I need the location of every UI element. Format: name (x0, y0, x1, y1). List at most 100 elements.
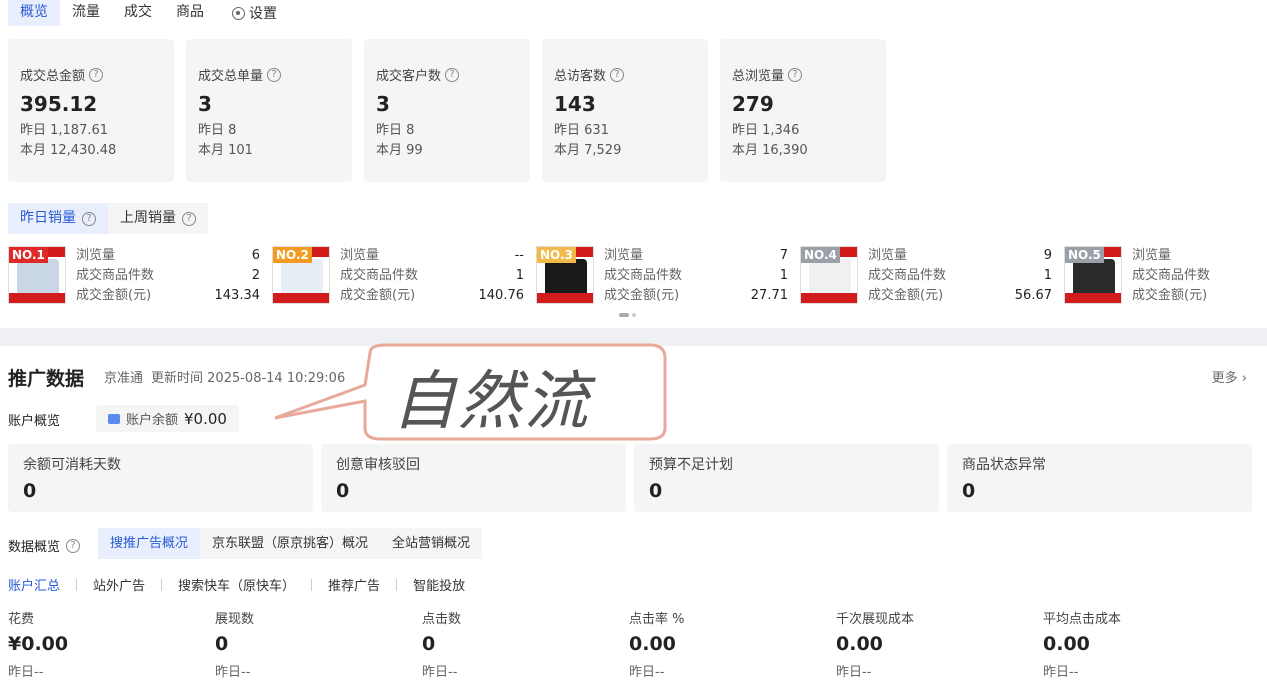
product-info: 浏览量 -- 成交商品件数 1 成交金额(元) 140.76 (340, 246, 524, 306)
product-image[interactable]: NO.1 (8, 246, 66, 304)
rank-badge: NO.3 (537, 247, 576, 263)
alert-card[interactable]: 商品状态异常 0 (947, 444, 1252, 512)
product-image[interactable]: NO.5 (1064, 246, 1122, 304)
help-icon[interactable]: ? (182, 211, 196, 226)
alert-value: 0 (336, 480, 350, 502)
metric-label: 平均点击成本 (1043, 612, 1122, 627)
carousel-dots (619, 313, 636, 317)
stat-month: 本月 16,390 (732, 143, 808, 158)
stat-value: 143 (554, 92, 596, 116)
views-label: 浏览量 (604, 248, 644, 263)
tab-search-ads[interactable]: 搜推广告概况 (98, 528, 201, 559)
views-value: -- (514, 248, 524, 263)
alert-label: 创意审核驳回 (336, 457, 420, 473)
stat-yesterday: 昨日 8 (376, 123, 415, 138)
metric-label: 展现数 (215, 612, 255, 627)
alert-value: 0 (23, 480, 37, 502)
overview-tabs: 搜推广告概况 京东联盟（原京挑客）概况 全站营销概况 (98, 528, 483, 559)
product-item[interactable]: NO.3 浏览量 7 成交商品件数 1 成交金额(元) 27.71 (536, 246, 800, 306)
product-item[interactable]: NO.2 浏览量 -- 成交商品件数 1 成交金额(元) 140.76 (272, 246, 536, 306)
metric-value: 0.00 (836, 633, 883, 655)
metric: 平均点击成本 0.00 昨日-- (1043, 608, 1250, 680)
product-item[interactable]: NO.5 浏览量 成交商品件数 成交金额(元) (1064, 246, 1259, 306)
annotation-text: 自然流 (392, 365, 590, 439)
stat-yesterday: 昨日 1,346 (732, 123, 800, 138)
alert-value: 0 (962, 480, 976, 502)
promo-title: 推广数据 (8, 368, 85, 390)
tab-overview[interactable]: 概览 (8, 0, 60, 26)
tab-yesterday-sales[interactable]: 昨日销量 ? (8, 203, 108, 234)
stat-month: 本月 101 (198, 143, 253, 158)
items-label: 成交商品件数 (604, 268, 683, 283)
divider (161, 578, 163, 591)
help-icon[interactable]: ? (445, 67, 460, 82)
promo-meta: 京准通 更新时间 2025-08-14 10:29:06 (104, 367, 345, 386)
help-icon[interactable]: ? (610, 67, 625, 82)
items-label: 成交商品件数 (868, 268, 947, 283)
metric-value: 0.00 (1043, 633, 1090, 655)
product-image[interactable]: NO.4 (800, 246, 858, 304)
help-icon[interactable]: ? (82, 211, 96, 226)
alert-card[interactable]: 余额可消耗天数 0 (8, 444, 313, 512)
help-icon[interactable]: ? (788, 67, 803, 82)
ad-sub-tabs: 账户汇总 站外广告 搜索快车（原快车） 推荐广告 智能投放 (8, 575, 465, 594)
stat-label: 总浏览量 (732, 69, 785, 84)
help-icon[interactable]: ? (66, 538, 81, 553)
overview-label-text: 数据概览 (8, 540, 61, 555)
stat-value: 3 (198, 92, 212, 116)
items-value: 2 (251, 268, 260, 283)
help-icon[interactable]: ? (89, 67, 104, 82)
product-image[interactable]: NO.2 (272, 246, 330, 304)
tab-full-site[interactable]: 全站营销概况 (380, 528, 482, 559)
carousel-dot[interactable] (619, 313, 629, 317)
product-item[interactable]: NO.1 浏览量 6 成交商品件数 2 成交金额(元) 143.34 (8, 246, 272, 306)
items-value: 1 (515, 268, 524, 283)
alert-cards: 余额可消耗天数 0 创意审核驳回 0 预算不足计划 0 商品状态异常 0 (8, 444, 1252, 512)
subtab-account-summary[interactable]: 账户汇总 (8, 575, 60, 594)
tab-jd-union[interactable]: 京东联盟（原京挑客）概况 (200, 528, 380, 559)
product-thumb (281, 259, 323, 297)
metric-value: 0 (422, 633, 436, 655)
stat-value: 3 (376, 92, 390, 116)
section-divider (0, 328, 1267, 346)
stat-label: 成交总单量 (198, 69, 264, 84)
subtab-recommend-ads[interactable]: 推荐广告 (328, 575, 380, 594)
product-image[interactable]: NO.3 (536, 246, 594, 304)
more-link[interactable]: 更多 › (1212, 367, 1247, 386)
stat-card: 总浏览量? 279 昨日 1,346 本月 16,390 (720, 39, 886, 182)
stat-card: 成交总单量? 3 昨日 8 本月 101 (186, 39, 352, 182)
items-label: 成交商品件数 (76, 268, 155, 283)
alert-card[interactable]: 预算不足计划 0 (634, 444, 939, 512)
subtab-smart-delivery[interactable]: 智能投放 (413, 575, 465, 594)
platform-label: 京准通 (104, 371, 144, 386)
stat-cards: 成交总金额? 395.12 昨日 1,187.61 本月 12,430.48 成… (8, 39, 886, 182)
tab-traffic[interactable]: 流量 (60, 0, 112, 26)
metric: 展现数 0 昨日-- (215, 608, 422, 680)
metric-label: 点击数 (422, 612, 462, 627)
tab-products[interactable]: 商品 (164, 0, 216, 26)
tab-deals[interactable]: 成交 (112, 0, 164, 26)
account-overview-label: 账户概览 (8, 414, 61, 429)
metric: 千次展现成本 0.00 昨日-- (836, 608, 1043, 680)
product-ranking: NO.1 浏览量 6 成交商品件数 2 成交金额(元) 143.34 NO.2 浏览量… (8, 246, 1259, 306)
tab-last-week-sales[interactable]: 上周销量 ? (108, 203, 208, 234)
views-label: 浏览量 (76, 248, 116, 263)
subtab-search-express[interactable]: 搜索快车（原快车） (178, 575, 295, 594)
balance-value: ¥0.00 (184, 409, 227, 428)
amount-label: 成交金额(元) (604, 288, 680, 303)
product-item[interactable]: NO.4 浏览量 9 成交商品件数 1 成交金额(元) 56.67 (800, 246, 1064, 306)
alert-label: 商品状态异常 (962, 457, 1046, 473)
settings-button[interactable]: 设置 (216, 3, 277, 23)
metric-yesterday: 昨日-- (8, 665, 44, 680)
carousel-dot[interactable] (632, 313, 636, 317)
settings-label: 设置 (249, 6, 277, 22)
alert-card[interactable]: 创意审核驳回 0 (321, 444, 626, 512)
subtab-offsite-ads[interactable]: 站外广告 (93, 575, 145, 594)
help-icon[interactable]: ? (267, 67, 282, 82)
divider (311, 578, 313, 591)
metric-yesterday: 昨日-- (836, 665, 872, 680)
rank-badge: NO.4 (801, 247, 840, 263)
stat-yesterday: 昨日 1,187.61 (20, 123, 109, 138)
views-label: 浏览量 (868, 248, 908, 263)
stat-value: 395.12 (20, 92, 98, 116)
